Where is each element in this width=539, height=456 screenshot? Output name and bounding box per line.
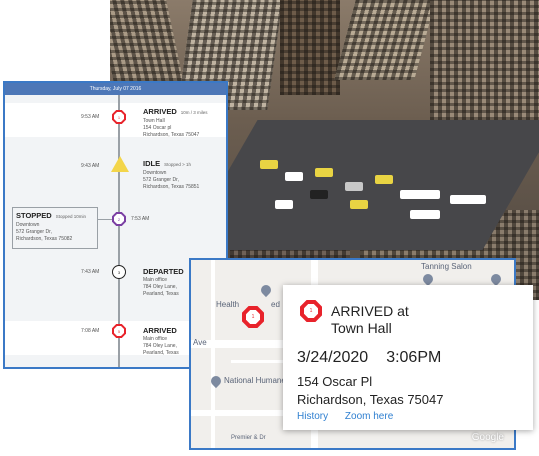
event-time: 7:53 AM xyxy=(131,216,150,222)
popup-datetime: 3/24/2020 3:06PM xyxy=(297,349,441,367)
octagon-marker-icon[interactable]: 1 xyxy=(242,306,264,328)
popup-status: ARRIVED at Town Hall xyxy=(331,303,409,336)
warning-triangle-icon[interactable] xyxy=(111,156,129,172)
popup-street: 154 Oscar Pl xyxy=(297,374,373,389)
timeline-event-arrived[interactable]: ARRIVED 10m / 3 miles Town Hall 154 Oscar… xyxy=(143,107,208,139)
poi-label: National Humane xyxy=(224,376,286,385)
popup-time: 3:06PM xyxy=(386,349,442,366)
octagon-marker-icon[interactable]: 2 xyxy=(112,212,126,226)
popup-city: Richardson, Texas 75047 xyxy=(297,392,444,407)
location-info-popup: 1 ARRIVED at Town Hall 3/24/2020 3:06PM 1… xyxy=(283,285,533,430)
zoom-here-link[interactable]: Zoom here xyxy=(345,411,393,422)
popup-date: 3/24/2020 xyxy=(297,349,369,366)
google-attribution: Google xyxy=(471,432,504,443)
map-pin-icon xyxy=(420,271,436,287)
popup-links: History Zoom here xyxy=(297,411,407,422)
event-time: 7:08 AM xyxy=(81,328,100,334)
map-pin-icon xyxy=(258,282,274,298)
timeline-event-idle[interactable]: IDLE Stopped > 1h Downtown 572 Granger Dr… xyxy=(143,159,199,191)
circle-marker-icon[interactable]: 3 xyxy=(112,265,126,279)
history-link[interactable]: History xyxy=(297,411,328,422)
poi-label: Tanning Salon xyxy=(421,262,472,271)
timeline-event-stopped[interactable]: STOPPED Stopped 10min Downtown 572 Grange… xyxy=(12,207,98,249)
poi-label: Health xyxy=(216,300,240,309)
timeline-date-header: Thursday, July 07 2016 xyxy=(5,83,226,95)
octagon-marker-icon: 1 xyxy=(300,300,322,322)
event-time: 7:43 AM xyxy=(81,269,100,275)
event-time: 9:53 AM xyxy=(81,114,100,120)
timeline-event-departed[interactable]: DEPARTED Main office 784 Oley Lane, Pear… xyxy=(143,267,184,298)
street-label: Ave xyxy=(193,338,207,347)
octagon-marker-icon[interactable]: 5 xyxy=(112,324,126,338)
timeline-event-arrived[interactable]: ARRIVED Main office 784 Oley Lane, Pearl… xyxy=(143,326,179,357)
poi-label: ed xyxy=(271,300,280,309)
map-pin-icon xyxy=(488,271,504,287)
event-time: 9:43 AM xyxy=(81,163,100,169)
street-label: Premier & Dr xyxy=(231,435,266,441)
popup-address: 154 Oscar Pl Richardson, Texas 75047 xyxy=(297,373,443,409)
